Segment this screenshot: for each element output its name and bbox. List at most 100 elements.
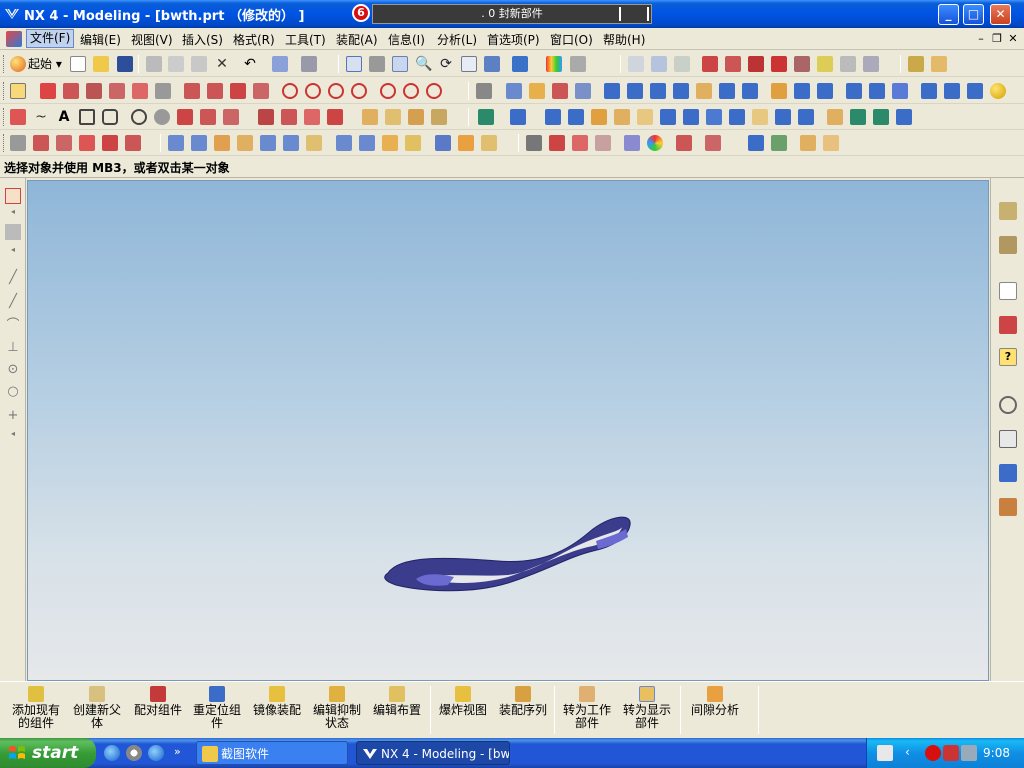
hole-icon[interactable] — [696, 83, 712, 99]
sketch-intersect-icon[interactable]: ⊥ — [5, 340, 21, 356]
tray-expand-icon[interactable]: ‹ — [905, 745, 921, 761]
mirror-assembly-button[interactable]: 镜像装配 — [250, 686, 304, 717]
zoom-window-icon[interactable] — [369, 56, 385, 72]
task-nx-modeling[interactable]: NX 4 - Modeling - [bwt... — [356, 741, 510, 765]
clearance-analysis-button[interactable]: 间隙分析 — [686, 686, 744, 717]
cylinder-icon[interactable] — [627, 83, 643, 99]
menu-file[interactable]: 文件(F) — [26, 29, 75, 48]
menu-insert[interactable]: 插入(S) — [182, 31, 223, 48]
ruled-icon[interactable] — [214, 135, 230, 151]
highlight-lines-icon[interactable] — [823, 135, 839, 151]
trim-body-icon[interactable] — [660, 109, 676, 125]
menu-info[interactable]: 信息(I) — [388, 31, 425, 48]
menu-analysis[interactable]: 分析(L) — [437, 31, 477, 48]
revolve-icon[interactable] — [529, 83, 545, 99]
project-curve-icon[interactable] — [258, 109, 274, 125]
menu-help[interactable]: 帮助(H) — [603, 31, 645, 48]
circle-center-icon[interactable] — [380, 83, 396, 99]
measure-icon[interactable] — [301, 56, 317, 72]
maximize-button[interactable]: □ — [963, 4, 984, 25]
trim-corner-curve-icon[interactable] — [79, 135, 95, 151]
reflection-icon[interactable] — [647, 135, 663, 151]
arc-icon[interactable] — [109, 83, 125, 99]
curvature-icon[interactable] — [676, 135, 692, 151]
offset-face-icon[interactable] — [614, 109, 630, 125]
section-analysis-icon[interactable] — [800, 135, 816, 151]
sketch-point-icon[interactable]: + — [5, 408, 21, 424]
cut-icon[interactable] — [146, 56, 162, 72]
blend-icon[interactable] — [921, 83, 937, 99]
datum-plane-icon[interactable] — [510, 109, 526, 125]
arc-3pt-icon[interactable] — [328, 83, 344, 99]
edit-suppression-button[interactable]: 编辑抑制状态 — [310, 686, 364, 730]
split-body-icon[interactable] — [683, 109, 699, 125]
system-materials-icon[interactable] — [999, 430, 1017, 448]
distance-icon[interactable] — [908, 56, 924, 72]
model-tree-icon[interactable] — [476, 83, 492, 99]
document-icon[interactable] — [6, 31, 22, 47]
section-icon[interactable] — [306, 135, 322, 151]
sketch-circle2-icon[interactable]: ○ — [5, 384, 21, 400]
combine-curve-icon[interactable] — [281, 109, 297, 125]
edit-curve-param-icon[interactable] — [33, 135, 49, 151]
point-icon[interactable] — [10, 109, 26, 125]
csys-dynamic-icon[interactable] — [725, 56, 741, 72]
thread-icon[interactable] — [752, 109, 768, 125]
assembly-navigator-icon[interactable] — [999, 202, 1017, 220]
cone-solid-icon[interactable] — [967, 83, 983, 99]
exploded-view-button[interactable]: 爆炸视图 — [436, 686, 490, 717]
line-point-icon[interactable] — [63, 83, 79, 99]
helix-icon[interactable] — [154, 109, 170, 125]
undo-icon[interactable]: ↶ — [242, 56, 258, 72]
layout-icon[interactable] — [840, 56, 856, 72]
law-curve-icon[interactable] — [177, 109, 193, 125]
edit-feature-icon[interactable] — [850, 109, 866, 125]
input-method-icon[interactable]: 6 — [352, 4, 370, 22]
process-studio-icon[interactable] — [999, 464, 1017, 482]
csys-axis-icon[interactable] — [748, 56, 764, 72]
palette-arrow3-icon[interactable]: ◂ — [5, 430, 21, 446]
menu-view[interactable]: 视图(V) — [131, 31, 173, 48]
tube-icon[interactable] — [575, 83, 591, 99]
media-icon[interactable] — [126, 745, 142, 761]
windows-start-button[interactable]: start — [0, 738, 96, 768]
ime-icon[interactable] — [925, 745, 941, 761]
help-icon[interactable]: ? — [999, 348, 1017, 366]
divide-curve-icon[interactable] — [102, 135, 118, 151]
task-screenshot-tool[interactable]: 截图软件 — [196, 741, 348, 765]
sketch-line2-icon[interactable]: ╱ — [5, 294, 21, 310]
transition-icon[interactable] — [382, 135, 398, 151]
save-icon[interactable] — [117, 56, 133, 72]
bounded-plane-icon[interactable] — [359, 135, 375, 151]
section-curve-icon[interactable] — [385, 109, 401, 125]
roles-icon[interactable] — [999, 498, 1017, 516]
unite-icon[interactable] — [846, 83, 862, 99]
patch-icon[interactable] — [798, 109, 814, 125]
sketch-hand-icon[interactable] — [5, 224, 21, 240]
chamfer-edge-icon[interactable] — [944, 83, 960, 99]
pan-icon[interactable] — [461, 56, 477, 72]
edit-arrangement-button[interactable]: 编辑布置 — [370, 686, 424, 717]
ie-icon[interactable] — [104, 745, 120, 761]
add-existing-component-button[interactable]: 添加现有的组件 — [10, 686, 62, 730]
display-icon[interactable] — [817, 56, 833, 72]
fillet-icon[interactable] — [155, 83, 171, 99]
circle-3pt-icon[interactable] — [351, 83, 367, 99]
deviation-icon[interactable] — [705, 135, 721, 151]
select-icon[interactable] — [10, 83, 26, 99]
history-icon[interactable] — [999, 396, 1017, 414]
trim-curve-icon[interactable] — [56, 135, 72, 151]
block-icon[interactable] — [604, 83, 620, 99]
grid-icon[interactable] — [863, 56, 879, 72]
taper-icon[interactable] — [591, 109, 607, 125]
quilt-icon[interactable] — [481, 135, 497, 151]
instance-icon[interactable] — [706, 109, 722, 125]
chamfer-icon[interactable] — [184, 83, 200, 99]
sketch-arc-icon[interactable]: ⌒ — [5, 318, 21, 334]
edit-fillet-icon[interactable] — [125, 135, 141, 151]
copy-icon[interactable] — [168, 56, 184, 72]
csys-orient-icon[interactable] — [771, 56, 787, 72]
new-file-icon[interactable] — [70, 56, 86, 72]
trim-icon[interactable] — [207, 83, 223, 99]
ie2-icon[interactable] — [148, 745, 164, 761]
